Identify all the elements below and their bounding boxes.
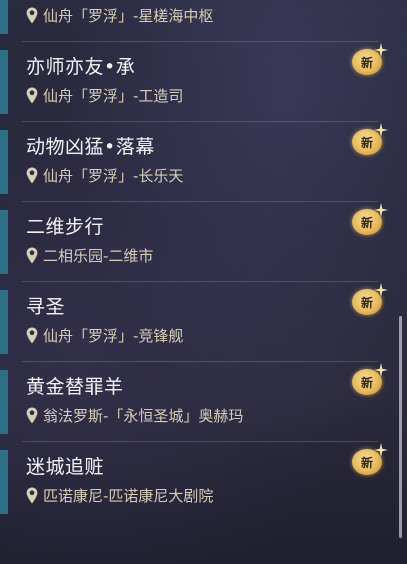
location-pin-icon	[26, 87, 38, 103]
sparkle-icon	[374, 123, 388, 137]
location-pin-icon	[26, 407, 38, 423]
mission-location: 仙舟「罗浮」-星槎海中枢	[26, 5, 213, 25]
new-badge-label: 新	[360, 55, 373, 70]
mission-item-5[interactable]: 黄金替罪羊 翁法罗斯-「永恒圣城」奥赫玛 新	[0, 362, 392, 442]
scrollbar[interactable]	[396, 0, 404, 564]
mission-location: 匹诺康尼-匹诺康尼大剧院	[26, 485, 213, 505]
new-badge-label: 新	[360, 135, 373, 150]
mission-location: 二相乐园-二维市	[26, 245, 153, 265]
location-pin-icon	[26, 7, 38, 23]
mission-title: 寻圣	[26, 296, 66, 318]
sparkle-icon	[374, 443, 388, 457]
location-pin-icon	[26, 487, 38, 503]
item-accent-bar	[0, 210, 8, 274]
mission-location: 翁法罗斯-「永恒圣城」奥赫玛	[26, 405, 243, 425]
item-accent-bar	[0, 290, 8, 354]
mission-title: 黄金替罪羊	[26, 376, 124, 398]
sparkle-icon	[374, 363, 388, 377]
mission-item-4[interactable]: 寻圣 仙舟「罗浮」-竞锋舰 新	[0, 282, 392, 362]
new-badge-icon: 新	[352, 443, 388, 477]
new-badge-icon: 新	[352, 283, 388, 317]
mission-location: 仙舟「罗浮」-竞锋舰	[26, 325, 183, 345]
mission-title: 二维步行	[26, 216, 105, 238]
new-badge-label: 新	[360, 455, 373, 470]
new-badge-label: 新	[360, 375, 373, 390]
mission-title: 迷城追赃	[26, 456, 105, 478]
new-badge-icon: 新	[352, 203, 388, 237]
mission-title: 动物凶猛•落幕	[26, 136, 155, 158]
mission-location: 仙舟「罗浮」-工造司	[26, 85, 183, 105]
location-pin-icon	[26, 167, 38, 183]
location-text: 仙舟「罗浮」-竞锋舰	[43, 326, 184, 345]
item-accent-bar	[0, 50, 8, 114]
new-badge-icon: 新	[352, 43, 388, 77]
new-badge-icon: 新	[352, 123, 388, 157]
new-badge-label: 新	[360, 215, 373, 230]
location-pin-icon	[26, 327, 38, 343]
location-text: 仙舟「罗浮」-星槎海中枢	[43, 6, 214, 25]
location-text: 仙舟「罗浮」-工造司	[43, 86, 184, 105]
location-pin-icon	[26, 247, 38, 263]
sparkle-icon	[374, 283, 388, 297]
scrollbar-thumb[interactable]	[399, 316, 402, 538]
sparkle-icon	[374, 43, 388, 57]
mission-list: 仙舟「罗浮」-星槎海中枢 亦师亦友•承 仙舟「罗浮」-工造司 新 动物凶猛•落幕…	[0, 0, 392, 522]
item-accent-bar	[0, 130, 8, 194]
mission-item-3[interactable]: 二维步行 二相乐园-二维市 新	[0, 202, 392, 282]
item-accent-bar	[0, 0, 8, 34]
mission-item-6[interactable]: 迷城追赃 匹诺康尼-匹诺康尼大剧院 新	[0, 442, 392, 522]
mission-location: 仙舟「罗浮」-长乐天	[26, 165, 183, 185]
item-accent-bar	[0, 450, 8, 514]
mission-item-2[interactable]: 动物凶猛•落幕 仙舟「罗浮」-长乐天 新	[0, 122, 392, 202]
mission-item-1[interactable]: 亦师亦友•承 仙舟「罗浮」-工造司 新	[0, 42, 392, 122]
item-accent-bar	[0, 370, 8, 434]
sparkle-icon	[374, 203, 388, 217]
mission-title: 亦师亦友•承	[26, 56, 136, 78]
mission-item-0[interactable]: 仙舟「罗浮」-星槎海中枢	[0, 0, 392, 42]
new-badge-label: 新	[360, 295, 373, 310]
location-text: 翁法罗斯-「永恒圣城」奥赫玛	[43, 406, 244, 425]
location-text: 二相乐园-二维市	[43, 246, 154, 265]
location-text: 匹诺康尼-匹诺康尼大剧院	[43, 486, 214, 505]
new-badge-icon: 新	[352, 363, 388, 397]
location-text: 仙舟「罗浮」-长乐天	[43, 166, 184, 185]
